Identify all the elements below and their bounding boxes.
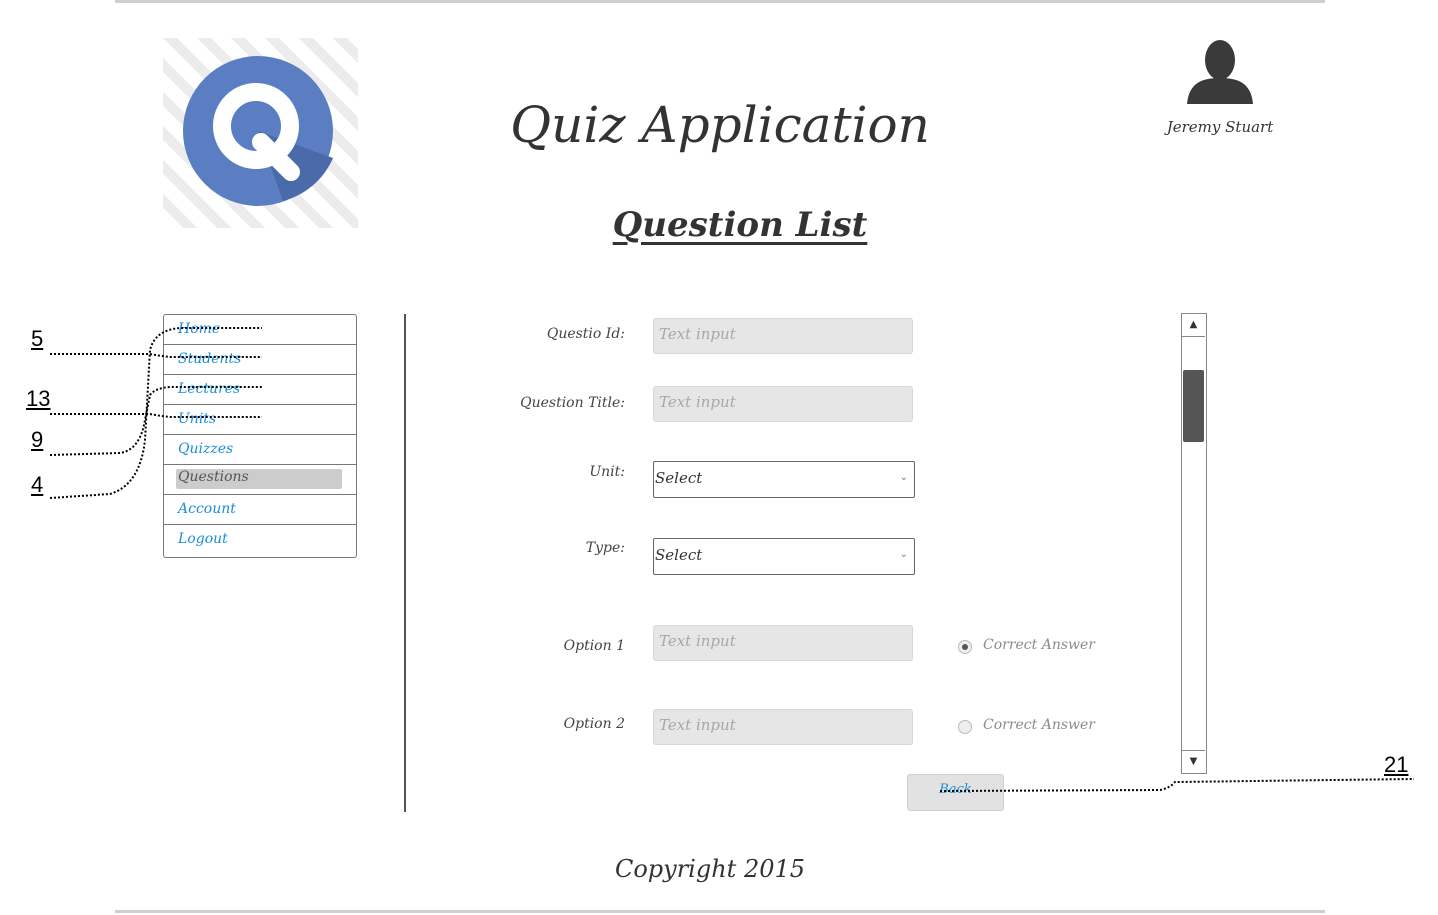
- nav-item-lectures[interactable]: Lectures: [164, 375, 356, 405]
- nav-item-units[interactable]: Units: [164, 405, 356, 435]
- nav-item-home[interactable]: Home: [164, 315, 356, 345]
- callout-label: 13: [26, 386, 51, 411]
- callout-label: 21: [1384, 752, 1409, 777]
- user-avatar-icon: [1187, 40, 1253, 104]
- option1-correct-radio[interactable]: [958, 640, 972, 654]
- option1-label: Option 1: [563, 638, 625, 654]
- copyright-text: Copyright 2015: [614, 855, 806, 883]
- nav-item-label: Quizzes: [178, 441, 234, 457]
- user-profile[interactable]: Jeremy Stuart: [1160, 36, 1280, 136]
- question-title-input[interactable]: Text input: [653, 386, 913, 422]
- type-label: Type:: [585, 540, 625, 556]
- option1-radio-label: Correct Answer: [983, 637, 1095, 653]
- bottom-rule: [115, 910, 1325, 913]
- nav-item-label: Units: [178, 411, 217, 427]
- back-button[interactable]: Back: [907, 774, 1004, 811]
- question-id-input[interactable]: Text input: [653, 318, 913, 354]
- scrollbar-thumb[interactable]: [1183, 370, 1204, 442]
- nav-item-label: Questions: [178, 469, 249, 485]
- callout-label: 5: [31, 326, 44, 351]
- user-name: Jeremy Stuart: [1166, 118, 1274, 136]
- unit-label: Unit:: [589, 464, 625, 480]
- nav-item-label: Lectures: [178, 381, 241, 397]
- unit-select[interactable]: Select ⌄: [653, 461, 915, 498]
- option1-input[interactable]: Text input: [653, 625, 913, 661]
- sidebar-nav: Home Students Lectures Units Quizzes Que…: [163, 314, 357, 558]
- page-title: Question List: [612, 205, 868, 245]
- scroll-up-arrow-icon[interactable]: ▲: [1182, 314, 1205, 337]
- top-rule: [115, 0, 1325, 3]
- form-scrollbar[interactable]: ▲ ▼: [1181, 313, 1207, 774]
- nav-item-account[interactable]: Account: [164, 495, 356, 525]
- nav-item-questions[interactable]: Questions: [164, 465, 356, 495]
- nav-item-label: Students: [178, 351, 242, 367]
- nav-item-students[interactable]: Students: [164, 345, 356, 375]
- type-select-value: Select: [655, 546, 703, 564]
- callout-label: 9: [31, 427, 44, 452]
- nav-item-label: Home: [178, 321, 221, 337]
- unit-select-value: Select: [655, 469, 703, 487]
- type-select[interactable]: Select ⌄: [653, 538, 915, 575]
- question-title-label: Question Title:: [520, 395, 625, 411]
- scroll-down-arrow-icon[interactable]: ▼: [1182, 750, 1205, 773]
- vertical-divider: [404, 314, 406, 812]
- option2-label: Option 2: [563, 716, 625, 732]
- nav-item-label: Logout: [178, 531, 228, 547]
- nav-item-logout[interactable]: Logout: [164, 525, 356, 557]
- option2-correct-radio[interactable]: [958, 720, 972, 734]
- chevron-down-icon: ⌄: [899, 472, 908, 483]
- chevron-down-icon: ⌄: [899, 549, 908, 560]
- question-id-label: Questio Id:: [546, 326, 625, 342]
- app-logo: [163, 38, 358, 228]
- nav-item-quizzes[interactable]: Quizzes: [164, 435, 356, 465]
- app-title: Quiz Application: [510, 96, 930, 154]
- callout-label: 4: [31, 472, 44, 497]
- option2-radio-label: Correct Answer: [983, 717, 1095, 733]
- option2-input[interactable]: Text input: [653, 709, 913, 745]
- nav-item-label: Account: [178, 501, 236, 517]
